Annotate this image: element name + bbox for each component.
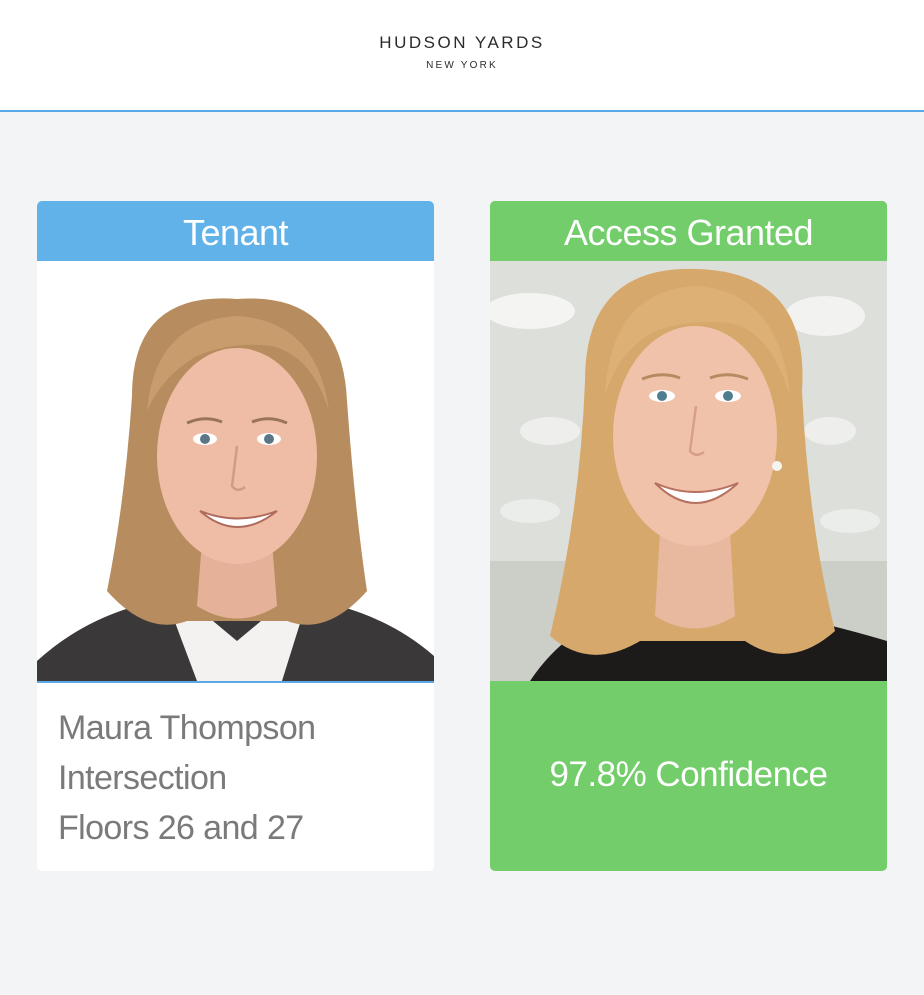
- tenant-photo: [37, 261, 434, 683]
- brand-name: HUDSON YARDS: [379, 33, 545, 52]
- confidence-score: 97.8% Confidence: [549, 755, 828, 794]
- tenant-company: Intersection: [58, 759, 227, 797]
- tenant-name: Maura Thompson: [58, 709, 316, 747]
- top-header: HUDSON YARDS NEW YORK: [0, 0, 924, 112]
- access-status-title: Access Granted: [490, 201, 887, 261]
- brand-location: NEW YORK: [426, 60, 498, 71]
- tenant-card: Tenant Maura Thompson Intersection Floor…: [37, 201, 434, 871]
- access-card: Access Granted 97.8% Confidence: [490, 201, 887, 871]
- tenant-portrait-icon: [37, 298, 434, 681]
- tenant-floors: Floors 26 and 27: [58, 809, 304, 847]
- tenant-info: Maura Thompson Intersection Floors 26 an…: [37, 683, 434, 853]
- live-capture-photo: [490, 261, 887, 681]
- live-capture-portrait-icon: [490, 261, 887, 681]
- tenant-card-title: Tenant: [37, 201, 434, 261]
- brand-logo: HUDSON YARDS NEW YORK: [0, 33, 924, 73]
